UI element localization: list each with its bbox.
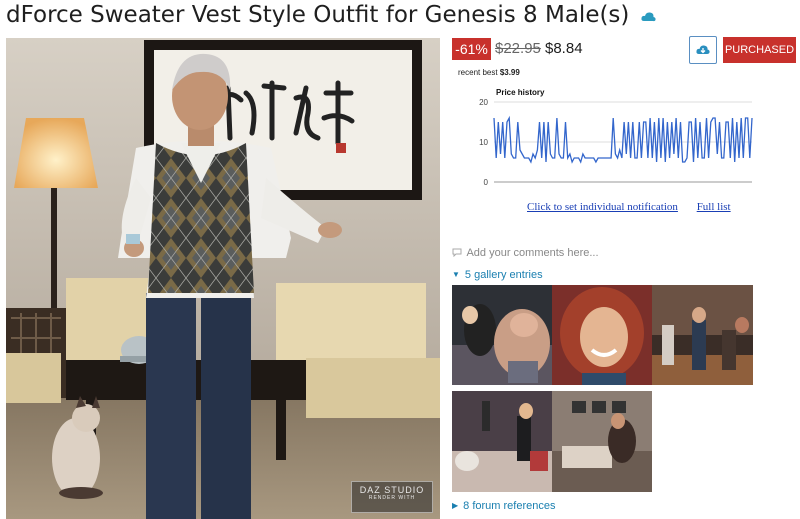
recent-best-label: recent best bbox=[458, 68, 498, 77]
daz-studio-watermark: DAZ STUDIO RENDER WITH bbox=[351, 481, 433, 513]
caret-down-icon: ▼ bbox=[452, 270, 460, 279]
price-history-svg: Price history 20 10 0 bbox=[479, 88, 753, 187]
gallery-thumb-1[interactable] bbox=[452, 285, 552, 385]
chart-links: Click to set individual notification Ful… bbox=[527, 201, 731, 213]
forum-toggle[interactable]: ▶ 8 forum references bbox=[452, 500, 555, 512]
purchased-button[interactable]: PURCHASED bbox=[723, 37, 796, 63]
forum-label: 8 forum references bbox=[463, 500, 556, 512]
gallery-thumb-2[interactable] bbox=[552, 285, 652, 385]
gallery-toggle[interactable]: ▼ 5 gallery entries bbox=[452, 269, 543, 281]
watermark-subtitle: RENDER WITH bbox=[368, 495, 416, 501]
watermark-title: DAZ STUDIO bbox=[359, 485, 425, 495]
page-title: dForce Sweater Vest Style Outfit for Gen… bbox=[6, 0, 656, 32]
comment-prompt[interactable]: Add your comments here... bbox=[452, 247, 599, 259]
y-tick-label: 0 bbox=[484, 178, 489, 187]
recent-best: recent best $3.99 bbox=[458, 68, 520, 77]
price-series-line bbox=[493, 115, 753, 164]
full-list-link[interactable]: Full list bbox=[697, 201, 731, 213]
caret-right-icon: ▶ bbox=[452, 501, 459, 510]
cloud-icon[interactable] bbox=[641, 3, 656, 22]
y-tick-label: 10 bbox=[479, 138, 488, 147]
gallery-thumb-5[interactable] bbox=[552, 391, 652, 492]
notification-link[interactable]: Click to set individual notification bbox=[527, 201, 678, 213]
price-history-chart: Price history 20 10 0 bbox=[458, 82, 758, 192]
recent-best-value: $3.99 bbox=[499, 68, 520, 77]
cloud-download-button[interactable] bbox=[689, 36, 717, 64]
product-title: dForce Sweater Vest Style Outfit for Gen… bbox=[6, 2, 630, 28]
speech-bubble-icon bbox=[452, 248, 462, 258]
comment-placeholder: Add your comments here... bbox=[466, 247, 599, 259]
y-tick-label: 20 bbox=[479, 98, 488, 107]
product-image[interactable]: DAZ STUDIO RENDER WITH bbox=[6, 38, 440, 519]
gallery-label: 5 gallery entries bbox=[464, 269, 543, 281]
chart-title: Price history bbox=[496, 88, 545, 97]
cloud-download-icon bbox=[696, 45, 710, 54]
discount-badge: -61% bbox=[452, 38, 491, 60]
old-price: $22.95 bbox=[495, 40, 541, 57]
new-price: $8.84 bbox=[545, 40, 583, 57]
gallery-thumb-4[interactable] bbox=[452, 391, 552, 492]
gallery-thumb-3[interactable] bbox=[652, 285, 753, 385]
